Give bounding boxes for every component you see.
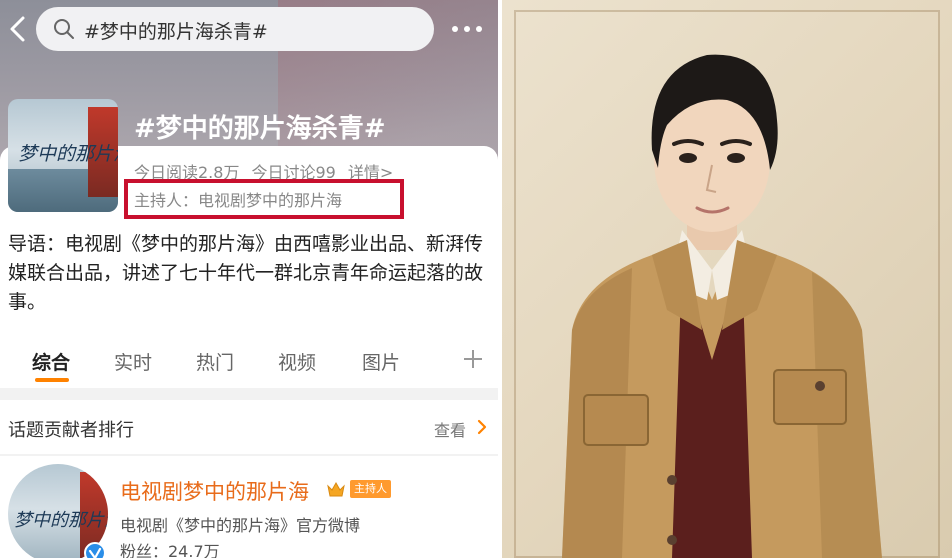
ranking-title: 话题贡献者排行 <box>8 420 134 441</box>
topic-intro: 导语：电视剧《梦中的那片海》由西嘻影业出品、新湃传媒联合出品，讲述了七十年代一群… <box>8 233 484 313</box>
topic-tabs: 综合 实时 热门 视频 图片 <box>0 330 498 388</box>
cover-title: 梦中的那片海 <box>18 143 118 165</box>
tab-video[interactable]: 视频 <box>278 348 316 375</box>
plus-icon[interactable] <box>462 348 484 370</box>
topic-title: #梦中的那片海杀青# <box>134 114 386 144</box>
search-bar[interactable]: #梦中的那片海杀青# <box>36 7 434 51</box>
search-icon <box>54 19 74 39</box>
verified-icon <box>84 542 106 558</box>
contributor-fans: 粉丝：24.7万 <box>120 542 220 558</box>
crown-icon <box>327 481 345 497</box>
avatar-text: 梦中的那片海 <box>14 510 108 531</box>
search-input[interactable]: #梦中的那片海杀青# <box>84 17 268 44</box>
tab-comprehensive[interactable]: 综合 <box>32 348 70 375</box>
contributor-description: 电视剧《梦中的那片海》官方微博 <box>120 516 361 535</box>
contributor-ranking-header: 话题贡献者排行 查看 <box>0 400 498 454</box>
view-ranking-link[interactable]: 查看 <box>434 417 466 441</box>
actor-portrait-photo <box>502 0 952 558</box>
contributor-name[interactable]: 电视剧梦中的那片海 <box>120 476 309 506</box>
contributor-item[interactable]: 梦中的那片海 电视剧梦中的那片海 主持人 电视剧《梦中的那片海》官方微博 粉丝：… <box>0 456 498 558</box>
chevron-right-icon[interactable] <box>476 419 488 435</box>
back-icon[interactable] <box>6 14 30 44</box>
tab-pictures[interactable]: 图片 <box>362 348 400 375</box>
active-tab-indicator <box>35 378 69 382</box>
topic-cover-image: 梦中的那片海 <box>8 99 118 212</box>
portrait-illustration <box>562 54 882 558</box>
red-highlight-box <box>124 179 404 219</box>
weibo-topic-screenshot: #梦中的那片海杀青# 梦中的那片海 #梦中的那片海杀青# 今日阅读2.8万今日讨… <box>0 0 498 558</box>
host-badge: 主持人 <box>350 480 391 498</box>
tab-realtime[interactable]: 实时 <box>114 348 152 375</box>
tab-hot[interactable]: 热门 <box>196 348 234 375</box>
more-icon[interactable] <box>450 17 484 41</box>
